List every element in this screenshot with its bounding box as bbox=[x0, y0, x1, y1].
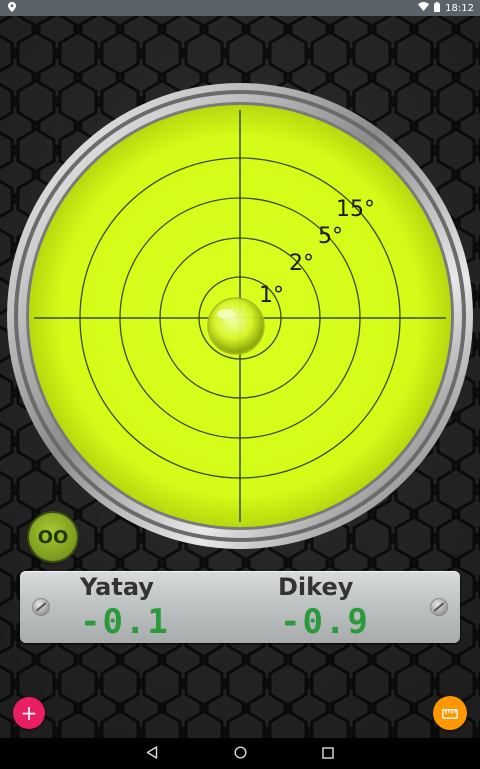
ring-label-1: 1° bbox=[259, 283, 284, 308]
add-button[interactable]: + bbox=[13, 697, 45, 729]
screw-right-icon bbox=[431, 599, 447, 615]
vertical-label: Dikey bbox=[278, 573, 354, 601]
calibrate-button[interactable]: OO bbox=[29, 513, 77, 561]
home-button[interactable] bbox=[230, 744, 250, 764]
ring-label-5: 5° bbox=[318, 224, 343, 249]
level-bubble bbox=[207, 297, 265, 355]
home-icon bbox=[233, 744, 247, 763]
recents-button[interactable] bbox=[318, 744, 338, 764]
recents-icon bbox=[322, 744, 334, 763]
bubble-level-dial: 1° 2° 5° 15° bbox=[7, 83, 473, 549]
readout-panel: Yatay -0.1 Dikey -0.9 bbox=[20, 571, 460, 643]
horizontal-label: Yatay bbox=[80, 573, 154, 601]
ruler-icon bbox=[442, 704, 458, 723]
screw-left-icon bbox=[33, 599, 49, 615]
horizontal-value: -0.1 bbox=[80, 602, 170, 642]
vertical-value: -0.9 bbox=[280, 602, 370, 642]
calibrate-label: OO bbox=[37, 526, 69, 548]
ring-label-2: 2° bbox=[289, 251, 314, 276]
system-navigation-bar bbox=[0, 738, 480, 769]
ring-label-15: 15° bbox=[336, 197, 375, 222]
back-icon bbox=[146, 744, 158, 763]
ruler-button[interactable] bbox=[433, 696, 467, 730]
plus-icon: + bbox=[20, 701, 38, 725]
back-button[interactable] bbox=[142, 744, 162, 764]
